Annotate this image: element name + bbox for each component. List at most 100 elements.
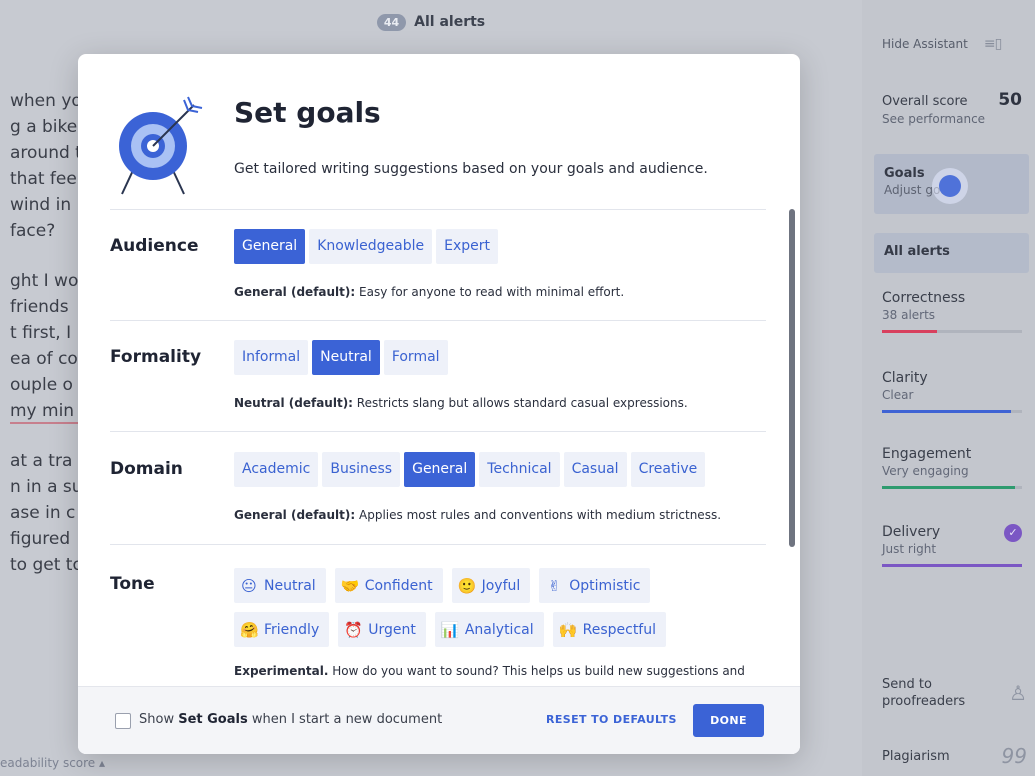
tone-option-joyful[interactable]: 🙂 Joyful xyxy=(451,568,531,603)
panel-toggle-icon: ≡▯ xyxy=(983,36,1002,52)
metric-clarity[interactable]: Clarity Clear xyxy=(882,370,1022,413)
tone-option-confident[interactable]: 🤝 Confident xyxy=(334,568,443,603)
respectful-emoji-icon: 🙌 xyxy=(558,620,578,639)
audience-section: Audience General Knowledgeable Expert Genera… xyxy=(110,209,766,321)
tone-description: Experimental. How do you want to sound? … xyxy=(234,664,745,678)
audience-label: Audience xyxy=(110,236,199,256)
send-to-proofreaders-button[interactable]: Send to proofreaders ♙ xyxy=(882,676,1027,710)
tone-option-analytical[interactable]: 📊 Analytical xyxy=(434,612,544,647)
metric-progress-fill xyxy=(882,330,937,333)
description-bold: General (default): xyxy=(234,508,356,522)
formality-option-formal[interactable]: Formal xyxy=(383,340,448,375)
metric-status: 38 alerts xyxy=(882,308,936,322)
tone-option-label: Respectful xyxy=(582,621,656,638)
domain-option-general[interactable]: General xyxy=(404,452,476,487)
tone-option-friendly[interactable]: 🤗 Friendly xyxy=(234,612,330,647)
description-text: Easy for anyone to read with minimal eff… xyxy=(355,285,625,299)
formality-option-informal[interactable]: Informal xyxy=(234,340,309,375)
domain-option-casual[interactable]: Casual xyxy=(563,452,627,487)
metric-status: Just right xyxy=(882,542,937,556)
analytical-emoji-icon: 📊 xyxy=(440,620,460,639)
neutral-emoji-icon: 😐 xyxy=(241,576,257,595)
metric-delivery[interactable]: Delivery Just right ✓ xyxy=(882,524,1022,567)
tone-description-bold: Experimental. xyxy=(234,664,329,678)
tone-option-label: Optimistic xyxy=(569,577,641,594)
goals-panel-item[interactable]: Goals Adjust goals xyxy=(874,154,1029,214)
readability-score[interactable]: eadability score ▴ xyxy=(0,756,105,770)
see-performance-link[interactable]: See performance xyxy=(882,112,1022,126)
optimistic-emoji-icon: ✌ xyxy=(547,576,561,595)
all-alerts-item[interactable]: All alerts xyxy=(874,233,1029,273)
domain-option-business[interactable]: Business xyxy=(322,452,401,487)
domain-option-creative[interactable]: Creative xyxy=(630,452,706,487)
tone-option-label: Urgent xyxy=(368,621,416,638)
person-icon: ♙ xyxy=(1009,681,1027,705)
joyful-emoji-icon: 🙂 xyxy=(457,576,477,595)
description-bold: Neutral (default): xyxy=(234,396,353,410)
metric-name: Correctness xyxy=(882,290,966,306)
tone-section: Tone 😐 Neutral 🤝 Confident 🙂 Joyful ✌ Optimisti… xyxy=(110,544,766,686)
assistant-sidebar: Hide Assistant ≡▯ Overall score 50 See p… xyxy=(862,0,1035,776)
tone-label: Tone xyxy=(110,574,155,594)
metric-engagement[interactable]: Engagement Very engaging xyxy=(882,446,1022,489)
metric-progress-fill xyxy=(882,410,1011,413)
overall-score-label: Overall score xyxy=(882,94,968,109)
set-goals-modal: Set goals Get tailored writing suggestio… xyxy=(78,54,800,754)
modal-title: Set goals xyxy=(234,96,381,129)
tone-option-optimistic[interactable]: ✌ Optimistic xyxy=(539,568,651,603)
description-bold: General (default): xyxy=(234,285,356,299)
metric-correctness[interactable]: Correctness 38 alerts xyxy=(882,290,1022,333)
checkbox-label-pre: Show xyxy=(139,712,179,727)
done-button[interactable]: DONE xyxy=(693,704,764,737)
metric-name: Delivery xyxy=(882,524,941,540)
metric-name: Engagement xyxy=(882,446,972,462)
plagiarism-label: Plagiarism xyxy=(882,748,950,764)
hide-assistant-label: Hide Assistant xyxy=(882,37,968,51)
alerts-title[interactable]: All alerts xyxy=(414,14,485,30)
alert-count-badge: 44 xyxy=(376,13,407,31)
send-to-proofreaders-label: Send to proofreaders xyxy=(882,677,966,709)
domain-options: Academic Business General Technical Casual Cr… xyxy=(234,452,706,487)
modal-subtitle: Get tailored writing suggestions based o… xyxy=(234,161,708,177)
tone-option-label: Friendly xyxy=(264,621,320,638)
modal-header: Set goals Get tailored writing suggestio… xyxy=(78,54,800,210)
description-text: Applies most rules and conventions with … xyxy=(355,508,722,522)
show-set-goals-checkbox[interactable] xyxy=(115,713,131,729)
confident-emoji-icon: 🤝 xyxy=(340,576,360,595)
tone-description-text: How do you want to sound? This helps us … xyxy=(328,664,745,678)
tone-option-urgent[interactable]: ⏰ Urgent xyxy=(338,612,426,647)
domain-option-academic[interactable]: Academic xyxy=(234,452,319,487)
tone-option-respectful[interactable]: 🙌 Respectful xyxy=(552,612,666,647)
quote-icon: 99 xyxy=(1001,744,1027,768)
audience-option-expert[interactable]: Expert xyxy=(436,229,499,264)
checkbox-label-bold: Set Goals xyxy=(178,712,248,727)
formality-label: Formality xyxy=(110,347,202,367)
overall-score[interactable]: Overall score 50 See performance xyxy=(882,90,1022,126)
hide-assistant-button[interactable]: Hide Assistant ≡▯ xyxy=(882,36,1002,52)
formality-section: Formality Informal Neutral Formal Neutral (d… xyxy=(110,320,766,432)
metric-status: Very engaging xyxy=(882,464,969,478)
audience-option-general[interactable]: General xyxy=(234,229,306,264)
tone-option-label: Analytical xyxy=(464,621,534,638)
domain-description: General (default): Applies most rules an… xyxy=(234,508,721,522)
target-icon xyxy=(119,96,203,195)
metric-progress-bar xyxy=(882,486,1022,489)
domain-option-technical[interactable]: Technical xyxy=(479,452,560,487)
tone-option-label: Neutral xyxy=(264,577,316,594)
metric-progress-bar xyxy=(882,330,1022,333)
friendly-emoji-icon: 🤗 xyxy=(240,620,259,639)
description-text: Restricts slang but allows standard casu… xyxy=(352,396,688,410)
checkbox-label-post: when I start a new document xyxy=(247,712,443,727)
domain-section: Domain Academic Business General Technical Ca… xyxy=(110,432,766,544)
metric-progress-fill xyxy=(882,486,1015,489)
modal-scrollbar[interactable] xyxy=(789,209,795,547)
reset-to-defaults-button[interactable]: RESET TO DEFAULTS xyxy=(546,713,677,726)
plagiarism-button[interactable]: Plagiarism 99 xyxy=(882,744,1027,768)
audience-option-knowledgeable[interactable]: Knowledgeable xyxy=(309,229,433,264)
show-set-goals-label[interactable]: Show Set Goals when I start a new docume… xyxy=(139,712,442,727)
metric-progress-fill xyxy=(882,564,1022,567)
tone-option-neutral[interactable]: 😐 Neutral xyxy=(234,568,326,603)
editor-header: 44 All alerts xyxy=(0,0,862,44)
metric-progress-bar xyxy=(882,410,1022,413)
formality-option-neutral[interactable]: Neutral xyxy=(312,340,380,375)
